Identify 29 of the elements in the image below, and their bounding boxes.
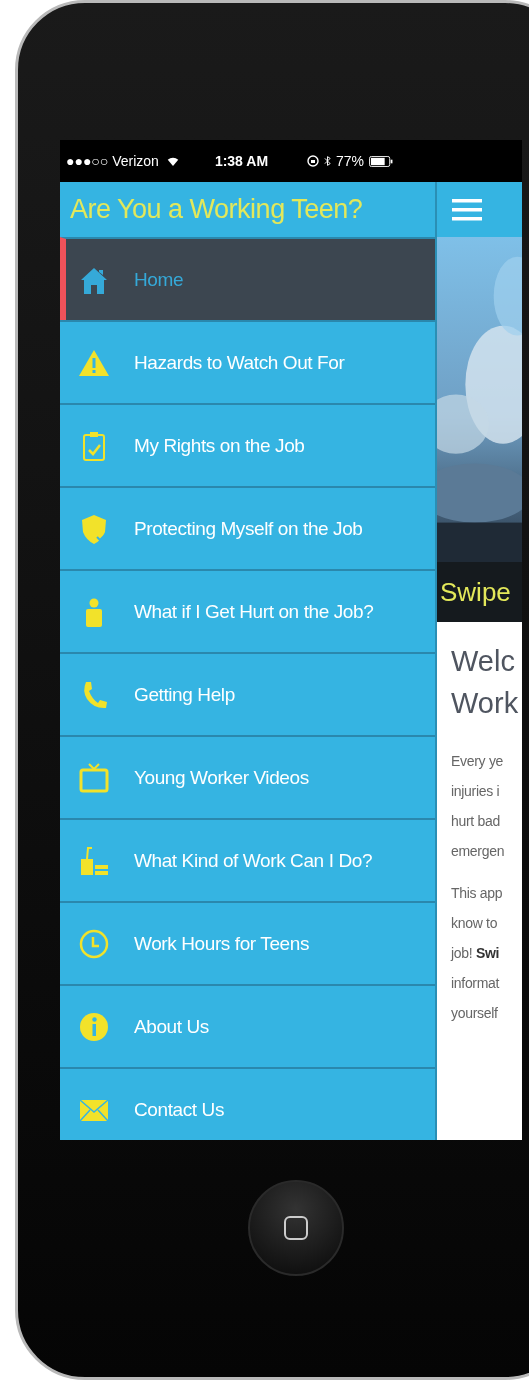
- welcome-heading: Welc Work: [451, 644, 520, 721]
- menu-item[interactable]: Hazards to Watch Out For: [60, 320, 435, 403]
- info-icon: [78, 1010, 110, 1043]
- paragraph: Every ye injuries i hurt bad emergen: [451, 752, 506, 861]
- clock-icon: [78, 927, 110, 960]
- menu-item[interactable]: Protecting Myself on the Job: [60, 486, 435, 569]
- lock-rotation-icon: [307, 155, 320, 167]
- square-icon: [284, 1216, 308, 1240]
- tv-icon: [78, 761, 110, 794]
- app-title: Are You a Working Teen?: [70, 194, 363, 225]
- battery-label: 77%: [336, 153, 365, 169]
- carrier-label: ●●●○○ Verizon: [66, 153, 159, 169]
- menu-icon[interactable]: [452, 197, 482, 222]
- menu-item[interactable]: What Kind of Work Can I Do?: [60, 818, 435, 901]
- menu-item[interactable]: Getting Help: [60, 652, 435, 735]
- menu-item[interactable]: What if I Get Hurt on the Job?: [60, 569, 435, 652]
- menu-item[interactable]: About Us: [60, 984, 435, 1067]
- paragraph: This app know to job! Swi informat yourself: [451, 884, 504, 1023]
- wifi-icon: [165, 155, 180, 167]
- menu-item[interactable]: My Rights on the Job: [60, 403, 435, 486]
- menu-item[interactable]: Young Worker Videos: [60, 735, 435, 818]
- menu-item[interactable]: Contact Us: [60, 1067, 435, 1140]
- menu-item[interactable]: Home: [60, 237, 435, 320]
- bluetooth-icon: [324, 155, 332, 167]
- battery-icon: [369, 155, 394, 167]
- menu-item[interactable]: Work Hours for Teens: [60, 901, 435, 984]
- drink-icon: [78, 844, 110, 877]
- time-label: 1:38 AM: [214, 153, 269, 169]
- banner-text: Swipe: [440, 576, 511, 608]
